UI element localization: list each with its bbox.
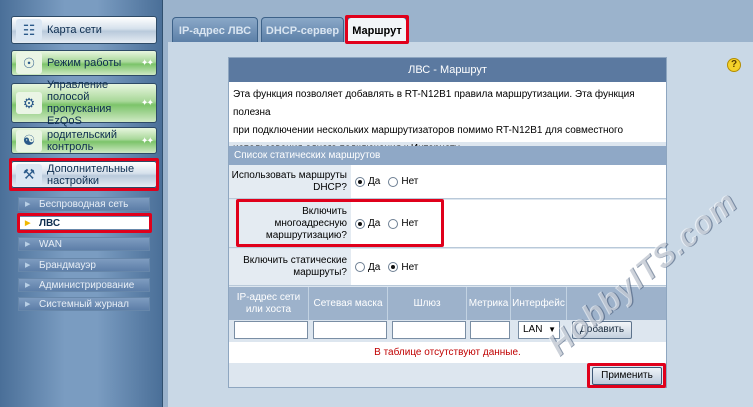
menu-network-map[interactable]: ☷ Карта сети [11,16,157,44]
option-label: Нет [401,218,419,229]
stars-icon: ✦✦ [140,97,154,108]
radio-icon[interactable] [388,218,399,229]
col-header-ip: IP-адрес сети или хоста [229,287,309,320]
col-header-mask: Сетевая маска [309,287,388,320]
radio-icon[interactable] [355,262,365,272]
option-label: Да [368,261,381,273]
option-label: Нет [401,176,419,187]
col-header-metric: Метрика [467,287,511,320]
radio-no[interactable]: Нет [388,262,418,273]
submenu-lan[interactable]: ЛВС [18,216,150,230]
stars-icon: ✦✦ [140,135,154,145]
radio-no[interactable]: Нет [388,176,418,187]
radio-yes[interactable]: Да [355,262,380,273]
route-form: ЛВС - Маршрут Эта функция позволяет доба… [228,57,667,388]
submenu-firewall[interactable]: Брандмауэр [18,258,150,272]
qos-icon: ⚙ [16,92,42,114]
row-label: Включить статические маршруты? [229,249,351,285]
radio-yes[interactable]: Да [355,218,380,229]
ip-address-input[interactable] [234,321,308,339]
row-label: Использовать маршруты DHCP? [229,165,351,198]
gateway-input[interactable] [392,321,466,339]
radio-no[interactable]: Нет [388,218,418,229]
tab-dhcp-server[interactable]: DHCP-сервер [261,17,344,43]
menu-label: Управление полосой пропускания EzQoS [47,79,112,127]
submenu-wireless[interactable]: Беспроводная сеть [18,197,150,211]
row-options: Да Нет [351,200,666,247]
option-label: Нет [401,261,419,273]
interface-value: LAN [523,324,543,335]
help-icon[interactable]: ? [727,58,741,72]
tools-icon: ⚒ [16,163,42,186]
submenu-system-log[interactable]: Системный журнал [18,297,150,311]
radio-icon[interactable] [355,218,365,229]
submenu-wan[interactable]: WAN [18,237,150,251]
submenu-administration[interactable]: Администрирование [18,278,150,292]
row-multicast: Включить многоадресную маршрутизацию? Да… [229,200,666,248]
page-title: ЛВС - Маршрут [229,58,666,82]
metric-input[interactable] [470,321,510,339]
radio-icon[interactable] [388,262,399,272]
description-line: при подключении нескольких маршрутизатор… [233,125,624,136]
menu-label: родительский контроль [47,128,117,153]
menu-parental-control[interactable]: ☯ родительский контроль ✦✦ [11,127,157,154]
row-dhcp-routes: Использовать маршруты DHCP? Да Нет [229,165,666,199]
row-options: Да Нет [351,165,666,198]
col-header-gateway: Шлюз [388,287,467,320]
stars-icon: ✦✦ [140,57,154,68]
menu-advanced-settings[interactable]: ⚒ Дополнительные настройки [11,161,157,188]
apply-button[interactable]: Применить [592,367,662,385]
menu-label: Карта сети [47,24,102,36]
option-label: Да [368,176,381,187]
sidebar: ☷ Карта сети ☉ Режим работы ✦✦ ⚙ Управле… [0,0,163,407]
parental-control-icon: ☯ [16,129,42,152]
radio-icon[interactable] [355,176,365,187]
radio-yes[interactable]: Да [355,176,380,187]
menu-label: Дополнительные настройки [47,162,135,187]
menu-label: Режим работы [47,57,122,69]
row-label: Включить многоадресную маршрутизацию? [229,200,351,247]
menu-ezqos[interactable]: ⚙ Управление полосой пропускания EzQoS ✦… [11,79,157,127]
radio-icon[interactable] [388,176,399,187]
netmask-input[interactable] [313,321,387,339]
tab-route[interactable]: Маршрут [347,17,407,43]
row-static-routes: Включить статические маршруты? Да Нет [229,249,666,286]
menu-operation-mode[interactable]: ☉ Режим работы ✦✦ [11,50,157,76]
network-map-icon: ☷ [16,19,42,41]
option-label: Да [368,218,381,229]
tab-lan-ip[interactable]: IP-адрес ЛВС [172,17,258,43]
section-title: Список статических маршрутов [229,146,666,165]
wifi-mode-icon: ☉ [16,52,42,74]
empty-table-message: В таблице отсутствуют данные. [229,342,666,363]
description-line: Эта функция позволяет добавлять в RT-N12… [233,89,635,118]
col-header-interface: Интерфейс [511,287,567,320]
